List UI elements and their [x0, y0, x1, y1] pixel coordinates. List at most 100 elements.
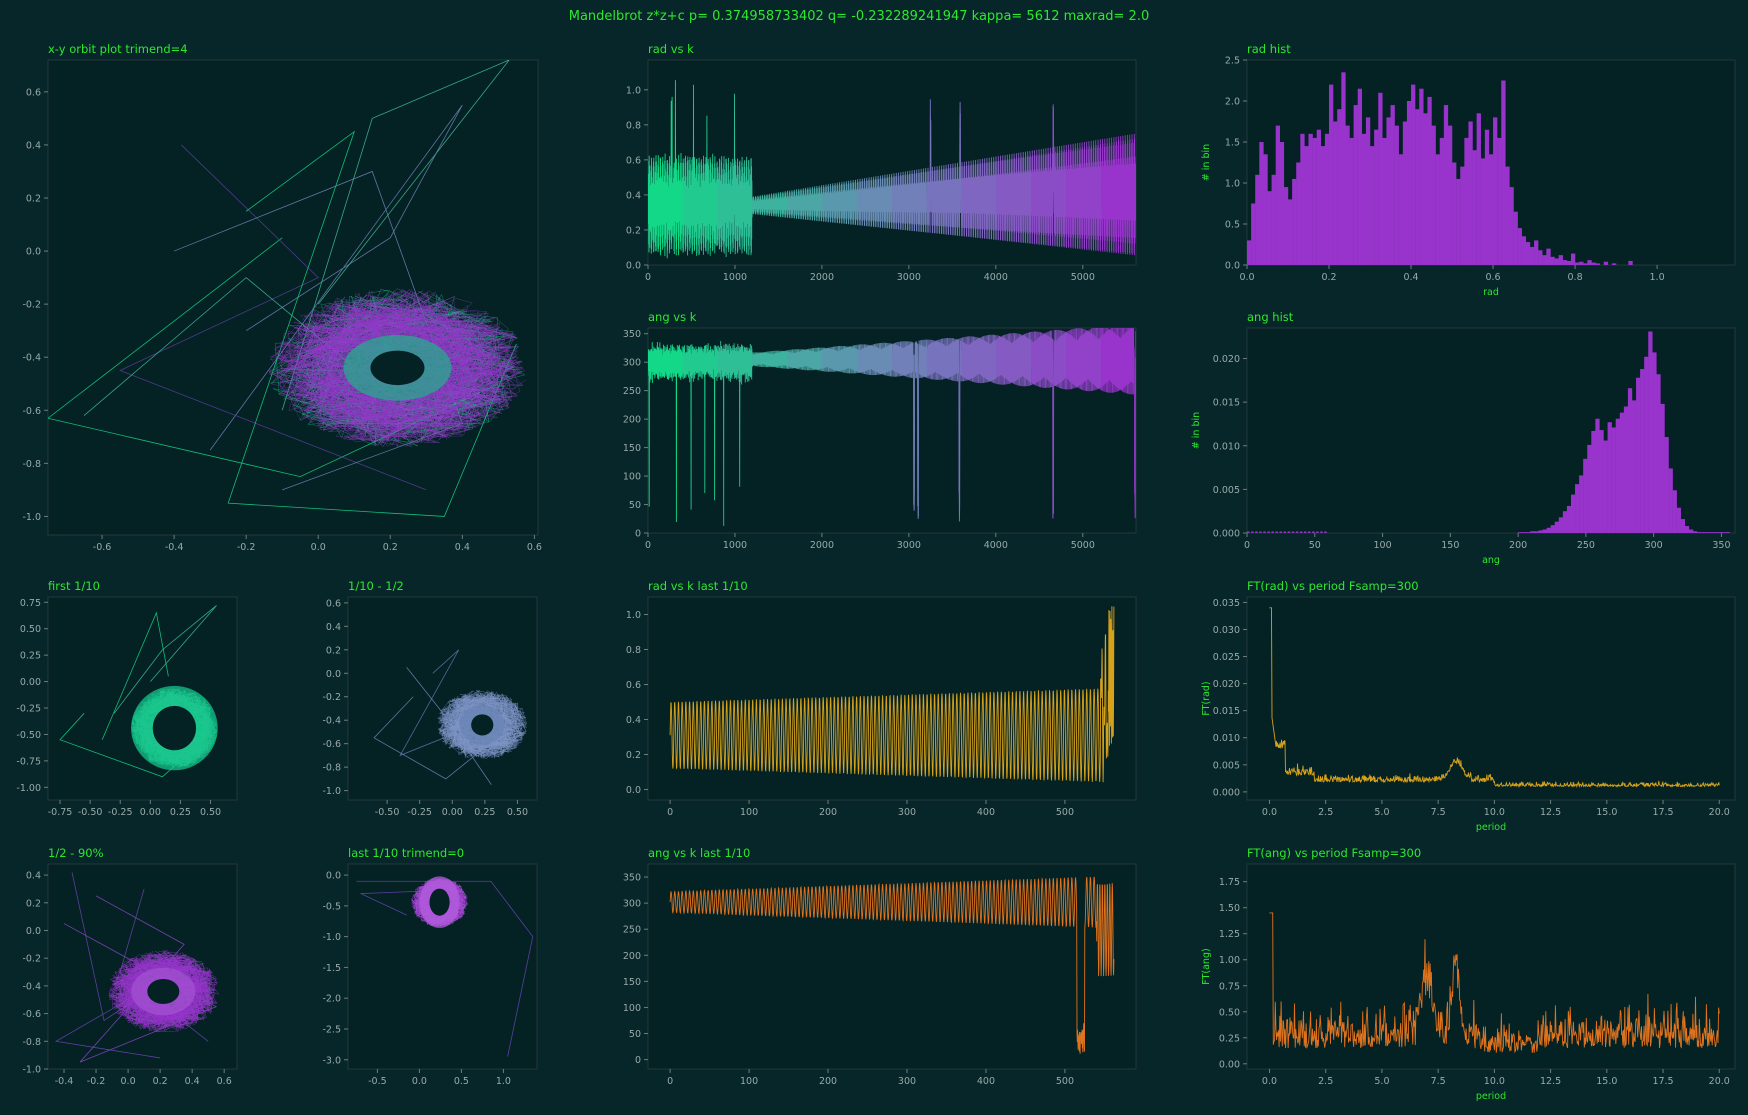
y-tick-label: -0.8: [322, 763, 341, 774]
hist-bar: [1542, 529, 1547, 533]
y-tick-label: -1.5: [322, 963, 341, 974]
y-tick-label: 0.00: [1219, 1059, 1240, 1070]
x-tick-label: 1000: [723, 272, 747, 283]
y-tick-label: 0.005: [1213, 485, 1240, 496]
y-tick-label: -3.0: [322, 1055, 341, 1066]
panel-title-anghist: ang hist: [1247, 310, 1294, 324]
hist-bar: [1267, 191, 1272, 265]
hist-bar: [1526, 532, 1531, 533]
y-tick-label: 0.4: [626, 715, 641, 726]
x-tick-label: 0.2: [153, 1076, 168, 1087]
x-tick-label: -0.4: [55, 1076, 74, 1087]
y-tick-label: -2.5: [322, 1024, 341, 1035]
series-band: [1065, 328, 1102, 392]
x-tick-label: 0.50: [507, 807, 528, 818]
hist-bar: [1542, 255, 1547, 265]
hist-bar: [1247, 531, 1250, 533]
x-tick-label: 300: [1645, 540, 1663, 551]
y-tick-label: 0.50: [1219, 1007, 1240, 1018]
x-tick-label: 0: [1244, 540, 1250, 551]
hist-bar: [1394, 125, 1399, 265]
hist-bar: [1611, 427, 1616, 533]
panel-angk: ang vs k 0 1000 2000 3000 4000 5000 0 50 100 150 20…: [623, 310, 1137, 551]
hist-bar: [1316, 129, 1322, 265]
hist-bar: [1431, 125, 1436, 265]
y-tick-label: 350: [623, 329, 641, 340]
hist-bar: [1291, 531, 1295, 533]
y-tick-label: 150: [623, 443, 641, 454]
y-tick-label: -1.0: [322, 932, 341, 943]
y-tick-label: 0.0: [326, 669, 341, 680]
x-tick-label: 500: [1056, 1076, 1074, 1087]
hist-bar: [1505, 166, 1510, 265]
y-tick-label: 0.0: [626, 785, 641, 796]
hist-bar: [1619, 412, 1625, 533]
hist-bar: [1484, 129, 1490, 265]
y-tick-label: -0.25: [16, 704, 41, 715]
y-tick-label: 1.0: [1225, 179, 1240, 190]
hist-bar: [1456, 178, 1461, 265]
hist-bar: [1534, 531, 1539, 533]
hist-bar: [1423, 113, 1428, 265]
x-tick-label: 0.0: [311, 542, 326, 553]
y-tick-label: 0.4: [26, 140, 41, 151]
x-tick-label: -0.25: [407, 807, 432, 818]
x-tick-label: 0.25: [474, 807, 495, 818]
panel-anghist: ang hist 0 50 100 150 200 250 300 350 0.000 0.005 0…: [1191, 310, 1736, 566]
y-tick-label: 0.6: [626, 680, 641, 691]
x-tick-label: 0.0: [412, 1076, 427, 1087]
x-tick-label: 17.5: [1652, 807, 1673, 818]
y-tick-label: 0.020: [1213, 354, 1240, 365]
x-tick-label: 15.0: [1596, 1076, 1617, 1087]
hist-bar: [1320, 531, 1323, 533]
hist-bar: [1591, 430, 1596, 533]
y-tick-label: 300: [623, 358, 641, 369]
hist-bar: [1267, 531, 1270, 533]
hist-bar: [1558, 517, 1564, 533]
y-tick-label: 0.0: [26, 926, 41, 937]
hist-bar: [1554, 258, 1559, 265]
hist-bar: [1518, 532, 1523, 533]
hist-bar: [1648, 331, 1653, 533]
y-tick-label: 0.015: [1213, 706, 1240, 717]
panel-title-half: 1/2 - 90%: [48, 846, 104, 860]
y-tick-label: 0.010: [1213, 733, 1240, 744]
y-tick-label: 1.00: [1219, 955, 1240, 966]
hist-bar: [1271, 531, 1274, 533]
hist-bar: [1534, 240, 1539, 265]
panel-title-xy: x-y orbit plot trimend=4: [48, 42, 188, 56]
hist-bar: [1575, 262, 1580, 265]
hist-bar: [1341, 72, 1346, 265]
x-tick-label: -0.4: [165, 542, 184, 553]
x-tick-label: 2000: [810, 272, 834, 283]
hist-bar: [1374, 129, 1379, 265]
x-tick-label: 17.5: [1652, 1076, 1673, 1087]
hist-bar: [1333, 121, 1338, 265]
x-tick-label: 300: [898, 1076, 916, 1087]
hist-bar: [1275, 125, 1281, 265]
hist-bar: [1603, 440, 1608, 533]
hist-bar: [1627, 388, 1633, 533]
panel-tenth: 1/10 - 1/2 -0.50 -0.25 0.00 0.25 0.50 -1.0 -0.8…: [322, 579, 538, 818]
y-tick-label: 200: [623, 415, 641, 426]
x-tick-label: 200: [819, 1076, 837, 1087]
x-tick-label: -0.2: [237, 542, 256, 553]
x-tick-label: 150: [1441, 540, 1459, 551]
series-band: [996, 331, 1033, 387]
hist-bar: [1349, 137, 1354, 265]
x-tick-label: 2.5: [1318, 807, 1333, 818]
hist-bar: [1607, 422, 1612, 533]
y-tick-label: 0.6: [26, 87, 41, 98]
panel-ftrad: FT(rad) vs period Fsamp=300 0.0 2.5 5.0 7.5 1…: [1201, 579, 1736, 833]
hist-bar: [1255, 531, 1258, 533]
x-tick-label: 0.00: [140, 807, 161, 818]
hist-bar: [1570, 494, 1576, 533]
hist-bar: [1460, 166, 1465, 265]
hist-bar: [1411, 84, 1416, 265]
x-tick-label: 1.0: [1650, 272, 1665, 283]
y-tick-label: -2.0: [322, 994, 341, 1005]
hist-bar: [1628, 260, 1633, 265]
x-tick-label: 0.0: [1262, 1076, 1277, 1087]
panel-title-radk: rad vs k: [648, 42, 694, 56]
hist-bar: [1583, 458, 1588, 533]
